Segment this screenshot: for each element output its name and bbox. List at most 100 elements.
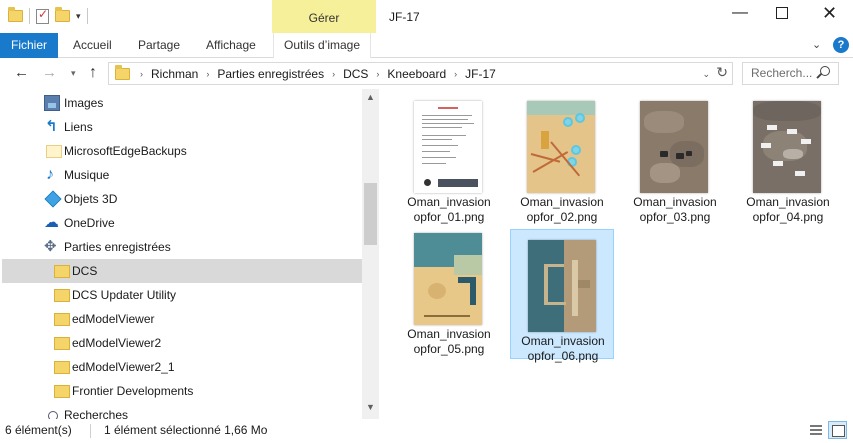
tab-accueil[interactable]: Accueil: [63, 33, 122, 58]
file-item[interactable]: Oman_invasion opfor_04.png: [736, 91, 840, 224]
status-bar: 6 élément(s) 1 élément sélectionné 1,66 …: [0, 419, 853, 443]
scrollbar-thumb[interactable]: [364, 183, 377, 245]
folder-icon: [54, 361, 70, 374]
file-item[interactable]: Oman_invasion opfor_03.png: [623, 91, 727, 224]
recent-locations-icon[interactable]: ▾: [71, 68, 76, 79]
tab-affichage[interactable]: Affichage: [196, 33, 266, 58]
tab-partage[interactable]: Partage: [128, 33, 190, 58]
scroll-down-icon[interactable]: ▼: [366, 402, 375, 412]
file-name: Oman_invasion opfor_05.png: [407, 327, 491, 356]
onedrive-icon: ☁: [44, 214, 59, 231]
details-view-icon[interactable]: [808, 422, 824, 438]
folder-icon[interactable]: [8, 7, 23, 22]
nav-item-edmodelviewer2[interactable]: edModelViewer2: [2, 331, 362, 355]
breadcrumb-richman[interactable]: Richman: [151, 67, 198, 81]
nav-item-recherches[interactable]: Recherches: [2, 403, 362, 419]
nav-item-liens[interactable]: ↰ Liens: [2, 115, 362, 139]
tab-fichier[interactable]: Fichier: [0, 33, 58, 58]
nav-item-images[interactable]: Images: [2, 91, 362, 115]
chevron-right-icon[interactable]: ›: [454, 69, 457, 79]
nav-pane-scrollbar[interactable]: ▲ ▼: [362, 89, 379, 419]
file-item[interactable]: Oman_invasion opfor_05.png: [397, 223, 501, 356]
folder-icon: [54, 265, 70, 278]
breadcrumb-parties-enregistrees[interactable]: Parties enregistrées: [217, 67, 324, 81]
file-name: Oman_invasion opfor_06.png: [521, 334, 605, 363]
back-arrow-icon[interactable]: ←: [14, 64, 29, 81]
nav-item-label: Liens: [64, 120, 93, 134]
ribbon-tabs: Fichier Accueil Partage Affichage Outils…: [0, 33, 853, 58]
maximize-icon[interactable]: [776, 7, 788, 19]
file-name: Oman_invasion opfor_01.png: [407, 195, 491, 224]
chevron-right-icon[interactable]: ›: [332, 69, 335, 79]
new-folder-icon[interactable]: [55, 7, 70, 22]
nav-item-dcs-updater-utility[interactable]: DCS Updater Utility: [2, 283, 362, 307]
scroll-up-icon[interactable]: ▲: [366, 92, 375, 102]
search-icon[interactable]: [820, 66, 830, 76]
file-thumbnail: [527, 101, 595, 193]
nav-item-microsoftedgebackups[interactable]: MicrosoftEdgeBackups: [2, 139, 362, 163]
file-thumbnail: [414, 101, 482, 193]
title-bar: ▾ Gérer JF-17 — ✕: [0, 0, 853, 36]
nav-item-label: Frontier Developments: [72, 384, 194, 398]
forward-arrow-icon[interactable]: →: [42, 64, 57, 81]
file-name: Oman_invasion opfor_02.png: [520, 195, 604, 224]
large-icons-view-icon[interactable]: [828, 421, 847, 439]
nav-item-label: edModelViewer2_1: [72, 360, 175, 374]
folder-icon: [54, 313, 70, 326]
file-item[interactable]: Oman_invasion opfor_02.png: [510, 91, 614, 224]
customize-toolbar-dropdown-icon[interactable]: ▾: [76, 11, 81, 22]
nav-item-label: Recherches: [64, 408, 129, 419]
chevron-down-icon[interactable]: ⌄: [812, 38, 821, 51]
chevron-right-icon[interactable]: ›: [206, 69, 209, 79]
nav-item-dcs[interactable]: DCS: [2, 259, 362, 283]
folder-icon: [115, 64, 130, 80]
nav-item-parties-enregistrees[interactable]: ✥ Parties enregistrées: [2, 235, 362, 259]
manage-contextual-tab[interactable]: Gérer: [272, 0, 376, 36]
breadcrumb-kneeboard[interactable]: Kneeboard: [387, 67, 446, 81]
folder-icon: [54, 337, 70, 350]
links-icon: ↰: [45, 118, 58, 135]
minimize-icon[interactable]: —: [732, 4, 748, 22]
quick-access-toolbar: ▾: [8, 7, 88, 24]
navigation-pane: Images ↰ Liens MicrosoftEdgeBackups ♪ Mu…: [0, 89, 380, 419]
nav-item-musique[interactable]: ♪ Musique: [2, 163, 362, 187]
close-icon[interactable]: ✕: [822, 3, 837, 24]
nav-item-onedrive[interactable]: ☁ OneDrive: [2, 211, 362, 235]
saved-games-icon: ✥: [44, 238, 57, 255]
help-icon[interactable]: ?: [833, 37, 849, 53]
navigation-bar: ← → ▾ ↑ › Richman › Parties enregistrées…: [0, 58, 853, 89]
tab-outils-image[interactable]: Outils d’image: [273, 33, 372, 58]
nav-item-objets-3d[interactable]: Objets 3D: [2, 187, 362, 211]
chevron-right-icon[interactable]: ›: [376, 69, 379, 79]
breadcrumb-dcs[interactable]: DCS: [343, 67, 368, 81]
address-dropdown-icon[interactable]: ⌄: [702, 69, 710, 80]
file-thumbnail: [414, 233, 482, 325]
nav-item-edmodelviewer2-1[interactable]: edModelViewer2_1: [2, 355, 362, 379]
refresh-icon[interactable]: ↻: [716, 64, 728, 81]
nav-item-label: DCS Updater Utility: [72, 288, 177, 302]
file-name: Oman_invasion opfor_03.png: [633, 195, 717, 224]
nav-item-label: OneDrive: [64, 216, 115, 230]
address-bar[interactable]: › Richman › Parties enregistrées › DCS ›…: [108, 62, 733, 85]
folder-icon: [46, 145, 62, 158]
separator: [29, 8, 30, 24]
file-item[interactable]: Oman_invasion opfor_06.png: [510, 229, 614, 363]
separator: [90, 424, 91, 438]
nav-item-label: MicrosoftEdgeBackups: [64, 144, 187, 158]
properties-icon[interactable]: [36, 7, 49, 24]
window-title: JF-17: [389, 10, 420, 24]
file-item[interactable]: Oman_invasion opfor_01.png: [397, 91, 501, 224]
file-thumbnail: [528, 240, 596, 332]
nav-item-label: Parties enregistrées: [64, 240, 171, 254]
up-arrow-icon[interactable]: ↑: [89, 64, 97, 82]
nav-item-edmodelviewer[interactable]: edModelViewer: [2, 307, 362, 331]
images-icon: [44, 95, 60, 111]
3d-objects-icon: [44, 190, 62, 208]
chevron-right-icon[interactable]: ›: [140, 69, 143, 79]
breadcrumb-jf17[interactable]: JF-17: [465, 67, 496, 81]
file-name: Oman_invasion opfor_04.png: [746, 195, 830, 224]
nav-item-label: Musique: [64, 168, 110, 182]
selection-info: 1 élément sélectionné 1,66 Mo: [104, 423, 268, 437]
nav-item-label: Objets 3D: [64, 192, 118, 206]
nav-item-frontier-developments[interactable]: Frontier Developments: [2, 379, 362, 403]
